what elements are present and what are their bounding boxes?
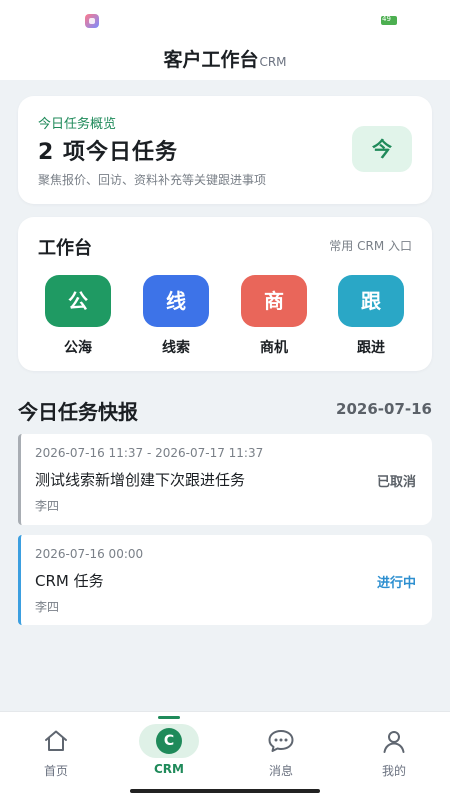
app-notification-icon <box>85 14 99 28</box>
overview-description: 聚焦报价、回访、资料补充等关键跟进事项 <box>38 173 267 187</box>
page-title: 客户工作台 <box>163 49 259 71</box>
public-pool-icon: 公 <box>45 275 111 327</box>
nav-item-profile[interactable]: 我的 <box>354 726 434 779</box>
today-overview-card[interactable]: 今日任务概览 2 项今日任务 聚焦报价、回访、资料补充等关键跟进事项 今 <box>18 96 432 204</box>
task-status-badge: 已取消 <box>376 475 416 490</box>
home-icon <box>16 726 96 756</box>
workbench-card: 工作台 常用 CRM 入口 公 公海 线 线索 商 商机 跟 跟进 <box>18 217 432 371</box>
today-task-count: 2 项今日任务 <box>38 140 178 165</box>
workbench-item-label: 线索 <box>162 340 190 356</box>
crm-glyph: C <box>156 728 182 754</box>
page-subtitle: CRM <box>259 55 287 69</box>
nav-item-messages[interactable]: 消息 <box>241 726 321 779</box>
overview-label: 今日任务概览 <box>38 117 117 132</box>
follow-up-icon: 跟 <box>338 275 404 327</box>
crm-icon-wrapper: C <box>129 724 209 758</box>
task-section-date: 2026-07-16 <box>336 400 432 418</box>
workbench-item-follow-up[interactable]: 跟 跟进 <box>336 275 406 357</box>
workbench-item-label: 商机 <box>260 340 288 356</box>
task-status-badge: 进行中 <box>376 576 416 591</box>
task-section-title: 今日任务快报 <box>18 400 138 424</box>
opportunities-icon: 商 <box>241 275 307 327</box>
profile-icon <box>354 726 434 756</box>
leads-icon: 线 <box>143 275 209 327</box>
task-card[interactable]: 2026-07-16 00:00 CRM 任务 李四 进行中 <box>18 535 432 625</box>
task-time: 2026-07-16 00:00 <box>35 547 144 561</box>
home-indicator[interactable] <box>130 789 320 793</box>
task-name: CRM 任务 <box>35 572 104 590</box>
battery-level: 49 <box>382 15 391 23</box>
nav-label: 首页 <box>43 764 68 778</box>
bottom-nav: 首页 C CRM 消息 我的 <box>0 711 450 800</box>
status-bar: 49 <box>0 0 450 40</box>
battery-icon: 49 <box>381 15 397 25</box>
workbench-item-public-pool[interactable]: 公 公海 <box>43 275 113 357</box>
nav-label: 消息 <box>268 764 293 778</box>
task-name: 测试线索新增创建下次跟进任务 <box>35 471 246 489</box>
workbench-hint: 常用 CRM 入口 <box>329 239 412 253</box>
nav-label: CRM <box>154 762 184 776</box>
nav-label: 我的 <box>381 764 406 778</box>
task-time: 2026-07-16 11:37 - 2026-07-17 11:37 <box>35 446 264 460</box>
task-card[interactable]: 2026-07-16 11:37 - 2026-07-17 11:37 测试线索… <box>18 434 432 525</box>
crm-icon: C <box>139 724 199 758</box>
task-owner: 李四 <box>35 499 60 513</box>
task-owner: 李四 <box>35 600 60 614</box>
page-header: 客户工作台CRM <box>0 40 450 80</box>
today-badge[interactable]: 今 <box>352 126 412 172</box>
workbench-item-leads[interactable]: 线 线索 <box>141 275 211 357</box>
workbench-item-label: 跟进 <box>357 340 385 356</box>
workbench-item-opportunities[interactable]: 商 商机 <box>239 275 309 357</box>
workbench-title: 工作台 <box>38 238 92 259</box>
nav-item-home[interactable]: 首页 <box>16 726 96 779</box>
active-tab-indicator <box>158 716 180 719</box>
workbench-item-label: 公海 <box>64 340 92 356</box>
message-icon <box>241 726 321 756</box>
nav-item-crm[interactable]: C CRM <box>129 724 209 776</box>
